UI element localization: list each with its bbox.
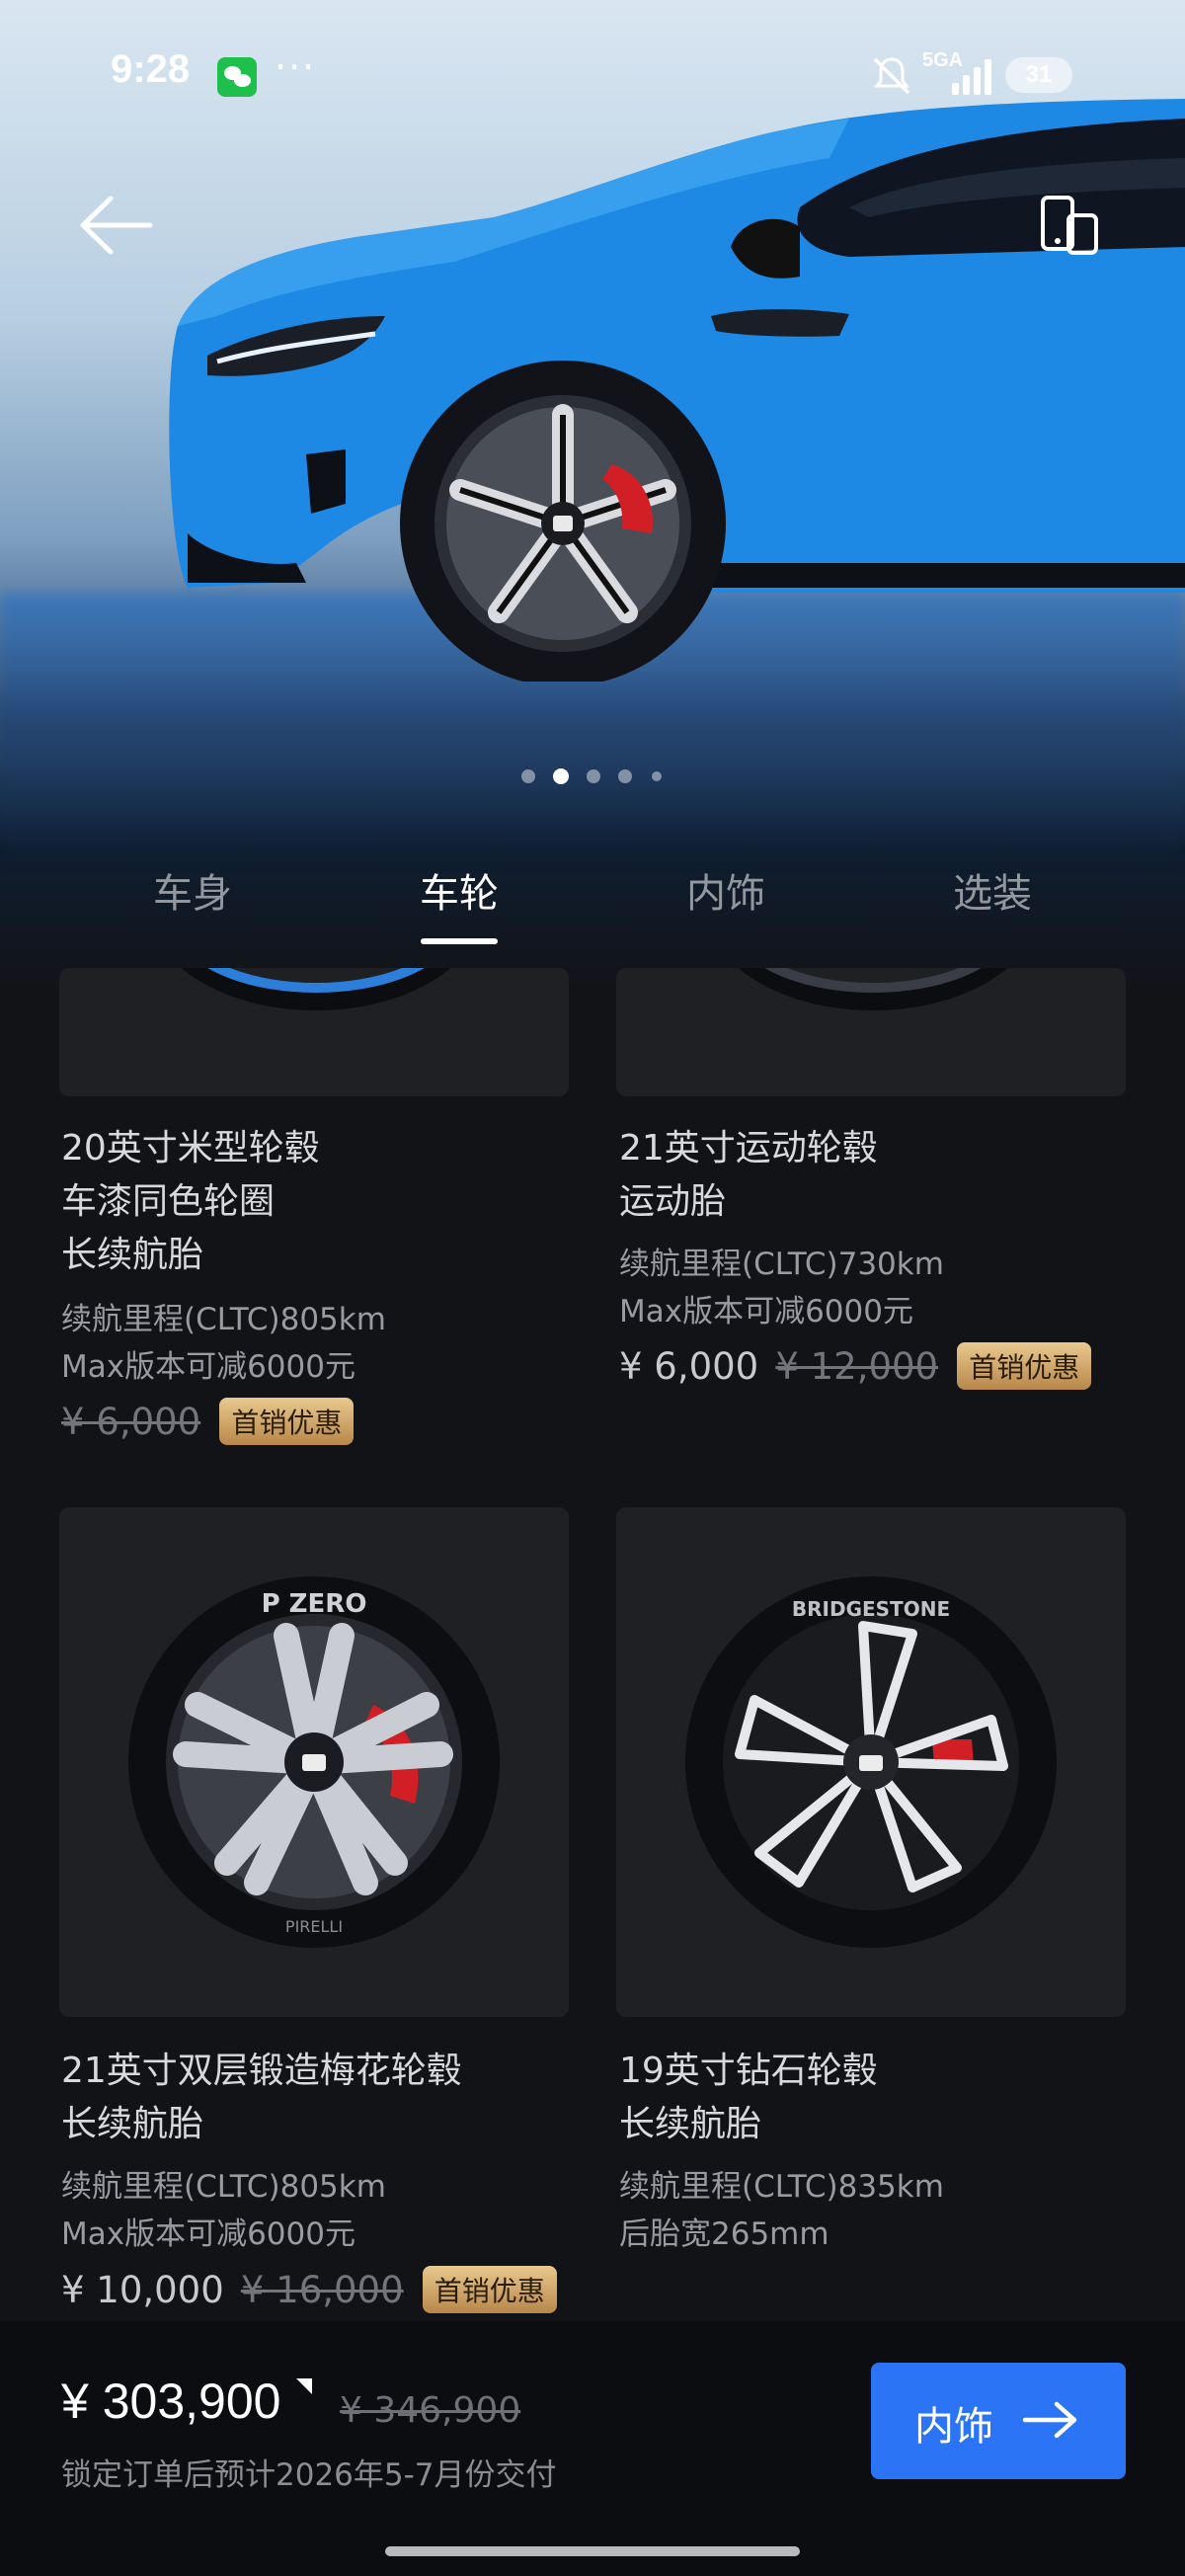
promo-badge: 首销优惠	[957, 1342, 1092, 1390]
wheel-meta-line: Max版本可减6000元	[619, 1294, 913, 1329]
wechat-icon	[217, 57, 257, 97]
wheel-title: 20英寸米型轮毂 车漆同色轮圈 长续航胎	[61, 1122, 320, 1282]
wheel-title-line: 20英寸米型轮毂	[61, 1128, 320, 1168]
price-original: ¥ 6,000	[61, 1400, 201, 1443]
wheel-meta-line: 后胎宽265mm	[619, 2216, 830, 2252]
hero-image: 9:28 ··· 5GA 31 车身 车轮 内饰 选装	[0, 0, 1185, 988]
tab-wheels[interactable]: 车轮	[360, 861, 558, 919]
original-total-price: ¥ 346,900	[340, 2390, 521, 2431]
wheel-title-line: 长续航胎	[61, 1235, 204, 1275]
wheel-card-image[interactable]: P ZERO PIRELLI	[59, 1507, 569, 2017]
signal-icon	[952, 57, 995, 95]
back-arrow-icon[interactable]	[77, 193, 156, 258]
wheel-meta: 续航里程(CLTC)805km Max版本可减6000元	[61, 2163, 386, 2258]
wheel-title-line: 19英寸钻石轮毂	[619, 2051, 878, 2091]
wheel-meta-line: 续航里程(CLTC)835km	[619, 2169, 944, 2205]
wheel-title: 21英寸双层锻造梅花轮毂 长续航胎	[61, 2045, 462, 2151]
wheel-price-row: ¥ 10,000 ¥ 16,000 首销优惠	[61, 2266, 557, 2321]
wheel-title: 21英寸运动轮毂 运动胎	[619, 1122, 878, 1229]
wheel-image	[181, 968, 451, 1010]
wheel-title: 19英寸钻石轮毂 长续航胎	[619, 2045, 878, 2151]
rotate-view-icon[interactable]	[1033, 194, 1102, 263]
wheel-title-line: 运动胎	[619, 1181, 727, 1222]
battery-icon: 31	[1005, 57, 1072, 93]
checkout-bar: ¥ 303,900 ¥ 346,900 锁定订单后预计2026年5-7月份交付 …	[0, 2321, 1185, 2576]
wheel-title-line: 车漆同色轮圈	[61, 1181, 276, 1222]
wheel-meta: 续航里程(CLTC)730km Max版本可减6000元	[619, 1241, 944, 1335]
home-indicator[interactable]	[385, 2546, 800, 2556]
price-current: ¥ 10,000	[61, 2268, 224, 2311]
tire-brand-text: PIRELLI	[285, 1917, 343, 1936]
wheel-price-row: ¥ 6,000 ¥ 12,000 首销优惠	[619, 1342, 1092, 1398]
wheel-title-line: 长续航胎	[61, 2104, 204, 2144]
wheel-title-line: 21英寸运动轮毂	[619, 1128, 878, 1168]
wheel-meta: 续航里程(CLTC)835km 后胎宽265mm	[619, 2163, 944, 2258]
tab-options[interactable]: 选装	[894, 861, 1091, 919]
carousel-indicator	[514, 765, 672, 786]
price-detail-indicator[interactable]	[296, 2378, 312, 2394]
tire-sidewall-text: P ZERO	[262, 1589, 367, 1619]
more-notifications-icon: ···	[275, 45, 317, 89]
tab-active-underline	[421, 938, 498, 944]
wheel-meta-line: Max版本可减6000元	[61, 1349, 356, 1385]
wheel-meta: 续航里程(CLTC)805km Max版本可减6000元	[61, 1296, 386, 1391]
tire-sidewall-text: BRIDGESTONE	[792, 1597, 950, 1621]
wheel-title-line: 长续航胎	[619, 2104, 762, 2144]
delivery-note: 锁定订单后预计2026年5-7月份交付	[61, 2457, 557, 2493]
price-original: ¥ 12,000	[775, 1344, 939, 1388]
promo-badge: 首销优惠	[422, 2266, 557, 2313]
arrow-right-icon	[1022, 2401, 1077, 2439]
wheel-card-image[interactable]	[616, 968, 1126, 1096]
status-bar: 9:28 ··· 5GA 31	[0, 0, 1185, 148]
wheel-title-line: 21英寸双层锻造梅花轮毂	[61, 2051, 462, 2091]
tab-body[interactable]: 车身	[94, 861, 291, 919]
price-original: ¥ 16,000	[240, 2268, 404, 2311]
carousel-dot	[652, 771, 662, 781]
wheel-price-row: ¥ 6,000 首销优惠	[61, 1398, 355, 1453]
tab-interior[interactable]: 内饰	[627, 861, 825, 919]
carousel-dot-active	[553, 768, 569, 784]
status-time: 9:28	[111, 47, 191, 91]
promo-badge: 首销优惠	[219, 1398, 355, 1445]
wheel-image: BRIDGESTONE	[685, 1576, 1057, 1948]
wheel-image	[738, 968, 1008, 1010]
next-step-label: 内饰	[914, 2404, 993, 2450]
wheel-card-image[interactable]	[59, 968, 569, 1096]
wheel-meta-line: 续航里程(CLTC)805km	[61, 2169, 386, 2205]
mute-icon	[873, 57, 910, 95]
carousel-dot	[618, 769, 632, 783]
wheel-meta-line: 续航里程(CLTC)805km	[61, 1302, 386, 1337]
price-current: ¥ 6,000	[619, 1344, 759, 1388]
carousel-dot	[587, 769, 600, 783]
wheel-meta-line: 续航里程(CLTC)730km	[619, 1247, 944, 1282]
wheel-image: P ZERO PIRELLI	[128, 1576, 500, 1948]
carousel-dot	[521, 769, 535, 783]
total-price[interactable]: ¥ 303,900	[61, 2373, 280, 2430]
wheel-meta-line: Max版本可减6000元	[61, 2216, 356, 2252]
wheel-card-image[interactable]: BRIDGESTONE	[616, 1507, 1126, 2017]
tab-bar: 车身 车轮 内饰 选装	[0, 849, 1185, 958]
next-step-button[interactable]: 内饰	[871, 2363, 1126, 2479]
car-image	[169, 99, 1185, 682]
